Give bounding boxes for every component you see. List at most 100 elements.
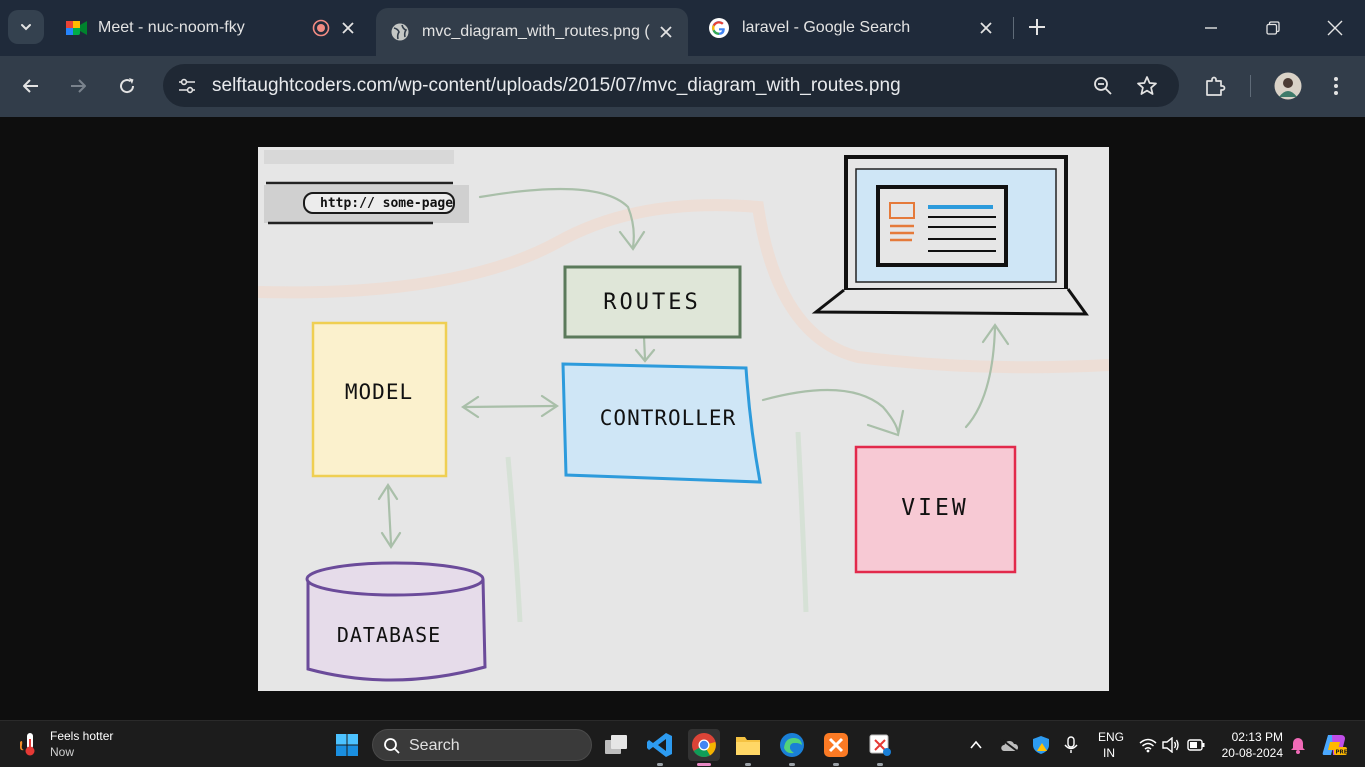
url-bar-sketch: http:// some-page	[264, 181, 469, 225]
mvc-diagram: http:// some-page ROUTES MODEL CONTROLLE…	[258, 150, 1109, 682]
weather-widget[interactable]: Feels hotter Now	[18, 727, 138, 763]
routes-box: ROUTES	[563, 265, 742, 339]
volume-tray[interactable]	[1161, 735, 1181, 755]
star-icon	[1137, 76, 1157, 95]
weather-subtitle: Now	[50, 745, 75, 759]
show-hidden-icons-button[interactable]	[966, 735, 986, 755]
site-info-button[interactable]	[173, 72, 201, 100]
back-button[interactable]	[16, 71, 46, 101]
task-view-button[interactable]	[600, 729, 632, 761]
database-label: DATABASE	[337, 623, 441, 647]
chevron-up-icon	[970, 740, 982, 749]
chrome-icon	[692, 733, 716, 758]
avatar-icon	[1274, 72, 1302, 100]
close-tab-icon[interactable]	[340, 20, 356, 36]
notifications-button[interactable]	[1288, 735, 1308, 755]
tab-title: Meet - nuc-noom-fky	[98, 19, 245, 36]
battery-tray[interactable]	[1185, 735, 1207, 755]
routes-to-controller-arrow	[642, 335, 647, 361]
wifi-tray[interactable]	[1138, 735, 1158, 755]
start-button[interactable]	[331, 729, 363, 761]
model-database-arrow	[386, 485, 393, 546]
database-cylinder: DATABASE	[305, 561, 487, 682]
bookmark-button[interactable]	[1133, 72, 1161, 100]
tab-meet[interactable]: Meet - nuc-noom-fky	[52, 8, 370, 48]
language-code[interactable]: ENG	[1098, 730, 1124, 744]
globe-icon	[391, 23, 409, 41]
xampp-app[interactable]	[820, 729, 852, 766]
clock[interactable]: 02:13 PM 20-08-2024	[1216, 727, 1288, 763]
chevron-down-icon	[21, 24, 31, 31]
running-indicator	[789, 763, 795, 766]
more-vert-icon	[1334, 77, 1338, 95]
thermometer-icon	[20, 733, 35, 756]
vscode-app[interactable]	[644, 729, 676, 766]
active-indicator	[697, 763, 711, 766]
recording-icon	[312, 19, 330, 37]
close-tab-icon[interactable]	[978, 20, 994, 36]
language-region: IN	[1103, 746, 1115, 760]
search-icon	[384, 738, 400, 754]
chrome-app[interactable]	[688, 729, 720, 766]
running-indicator	[833, 763, 839, 766]
tab-search-button[interactable]	[8, 10, 44, 44]
windows-taskbar: Feels hotter Now Search ENG IN 02:13 PM …	[0, 720, 1365, 767]
clock-time: 02:13 PM	[1231, 730, 1283, 744]
minimize-button[interactable]	[1196, 14, 1226, 42]
url-text: selftaughtcoders.com/wp-content/uploads/…	[212, 75, 901, 96]
plus-icon	[1029, 19, 1045, 35]
extensions-button[interactable]	[1200, 71, 1230, 101]
tab-title: laravel - Google Search	[742, 19, 911, 36]
page-viewport: http:// some-page ROUTES MODEL CONTROLLE…	[0, 117, 1365, 720]
arrow-right-icon	[71, 79, 86, 93]
weather-title: Feels hotter	[50, 729, 114, 743]
running-indicator	[745, 763, 751, 766]
profile-avatar[interactable]	[1273, 71, 1303, 101]
file-explorer-app[interactable]	[732, 729, 764, 766]
tab-mvc-diagram[interactable]: mvc_diagram_with_routes.png (	[376, 8, 688, 56]
laptop-sketch	[811, 155, 1089, 316]
running-indicator	[877, 763, 883, 766]
clock-date: 20-08-2024	[1221, 746, 1283, 760]
microphone-icon	[1064, 736, 1078, 753]
running-indicator	[657, 763, 663, 766]
edge-app[interactable]	[776, 729, 808, 766]
copilot-pre-badge: PRE	[1336, 750, 1348, 756]
taskbar-search-box[interactable]: Search	[372, 729, 592, 761]
battery-icon	[1187, 739, 1205, 751]
search-label: Search	[409, 737, 460, 754]
forward-button[interactable]	[63, 71, 93, 101]
background-brush-stroke	[264, 150, 454, 164]
tune-icon	[179, 78, 195, 94]
wifi-icon	[1139, 738, 1157, 753]
copilot-button[interactable]: PRE	[1320, 731, 1348, 759]
menu-button[interactable]	[1322, 71, 1350, 101]
xampp-icon	[824, 733, 848, 757]
restore-button[interactable]	[1258, 14, 1288, 42]
controller-to-view-arrow	[761, 388, 900, 434]
microphone-tray[interactable]	[1061, 735, 1081, 755]
address-bar[interactable]: selftaughtcoders.com/wp-content/uploads/…	[163, 64, 1179, 107]
tab-separator	[1013, 17, 1014, 39]
toolbar-separator	[1250, 75, 1251, 97]
reload-button[interactable]	[112, 71, 142, 101]
model-box: MODEL	[311, 321, 448, 478]
security-tray[interactable]	[1030, 735, 1052, 755]
close-icon	[1327, 20, 1343, 36]
snipping-tool-icon	[869, 734, 891, 756]
routes-label: ROUTES	[603, 290, 700, 315]
copilot-icon: PRE	[1322, 735, 1348, 756]
background-brush-stroke	[795, 431, 809, 613]
task-view-icon	[605, 735, 627, 754]
snipping-tool-app[interactable]	[864, 729, 896, 766]
folder-icon	[736, 737, 760, 755]
close-tab-icon[interactable]	[658, 24, 674, 40]
puzzle-icon	[1206, 76, 1226, 96]
url-sketch-text: http:// some-page	[320, 196, 453, 211]
window-close-button[interactable]	[1320, 14, 1350, 42]
tab-google-search[interactable]: laravel - Google Search	[694, 8, 1008, 48]
zoom-button[interactable]	[1089, 72, 1117, 100]
onedrive-tray[interactable]	[998, 735, 1020, 755]
new-tab-button[interactable]	[1024, 14, 1050, 40]
tab-title: mvc_diagram_with_routes.png (	[422, 23, 650, 40]
